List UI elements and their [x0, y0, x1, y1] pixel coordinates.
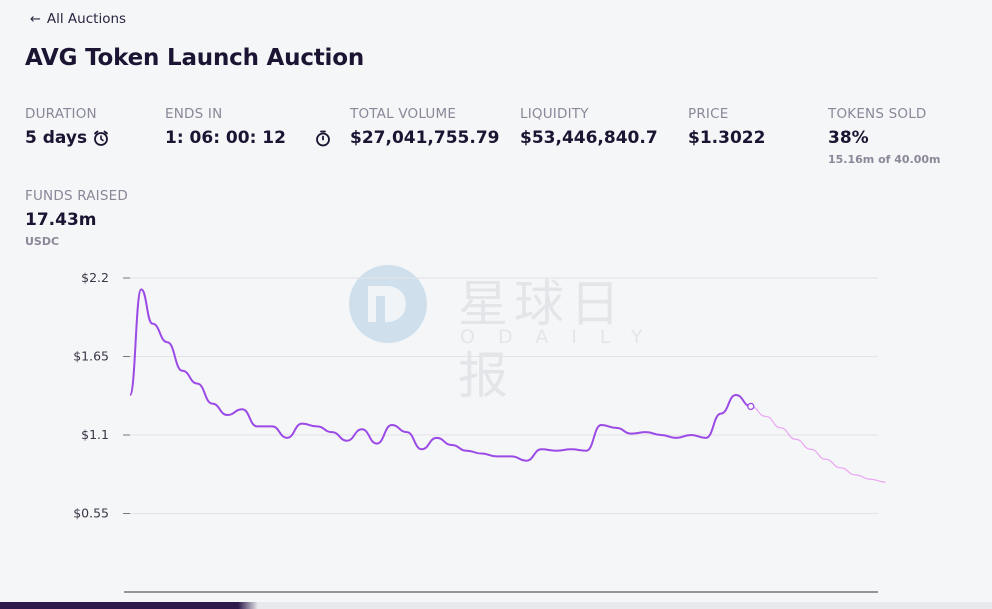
y-tick-label: $1.1	[81, 427, 109, 442]
projection-line	[750, 405, 886, 483]
bottom-bar	[0, 602, 992, 609]
y-tick-label: $0.55	[73, 506, 109, 521]
y-tick-label: $1.65	[73, 349, 109, 364]
price-chart[interactable]: $2.2 $1.65 $1.1 $0.55	[0, 0, 992, 609]
y-tick-label: $2.2	[81, 270, 109, 285]
current-price-marker[interactable]	[747, 402, 755, 411]
